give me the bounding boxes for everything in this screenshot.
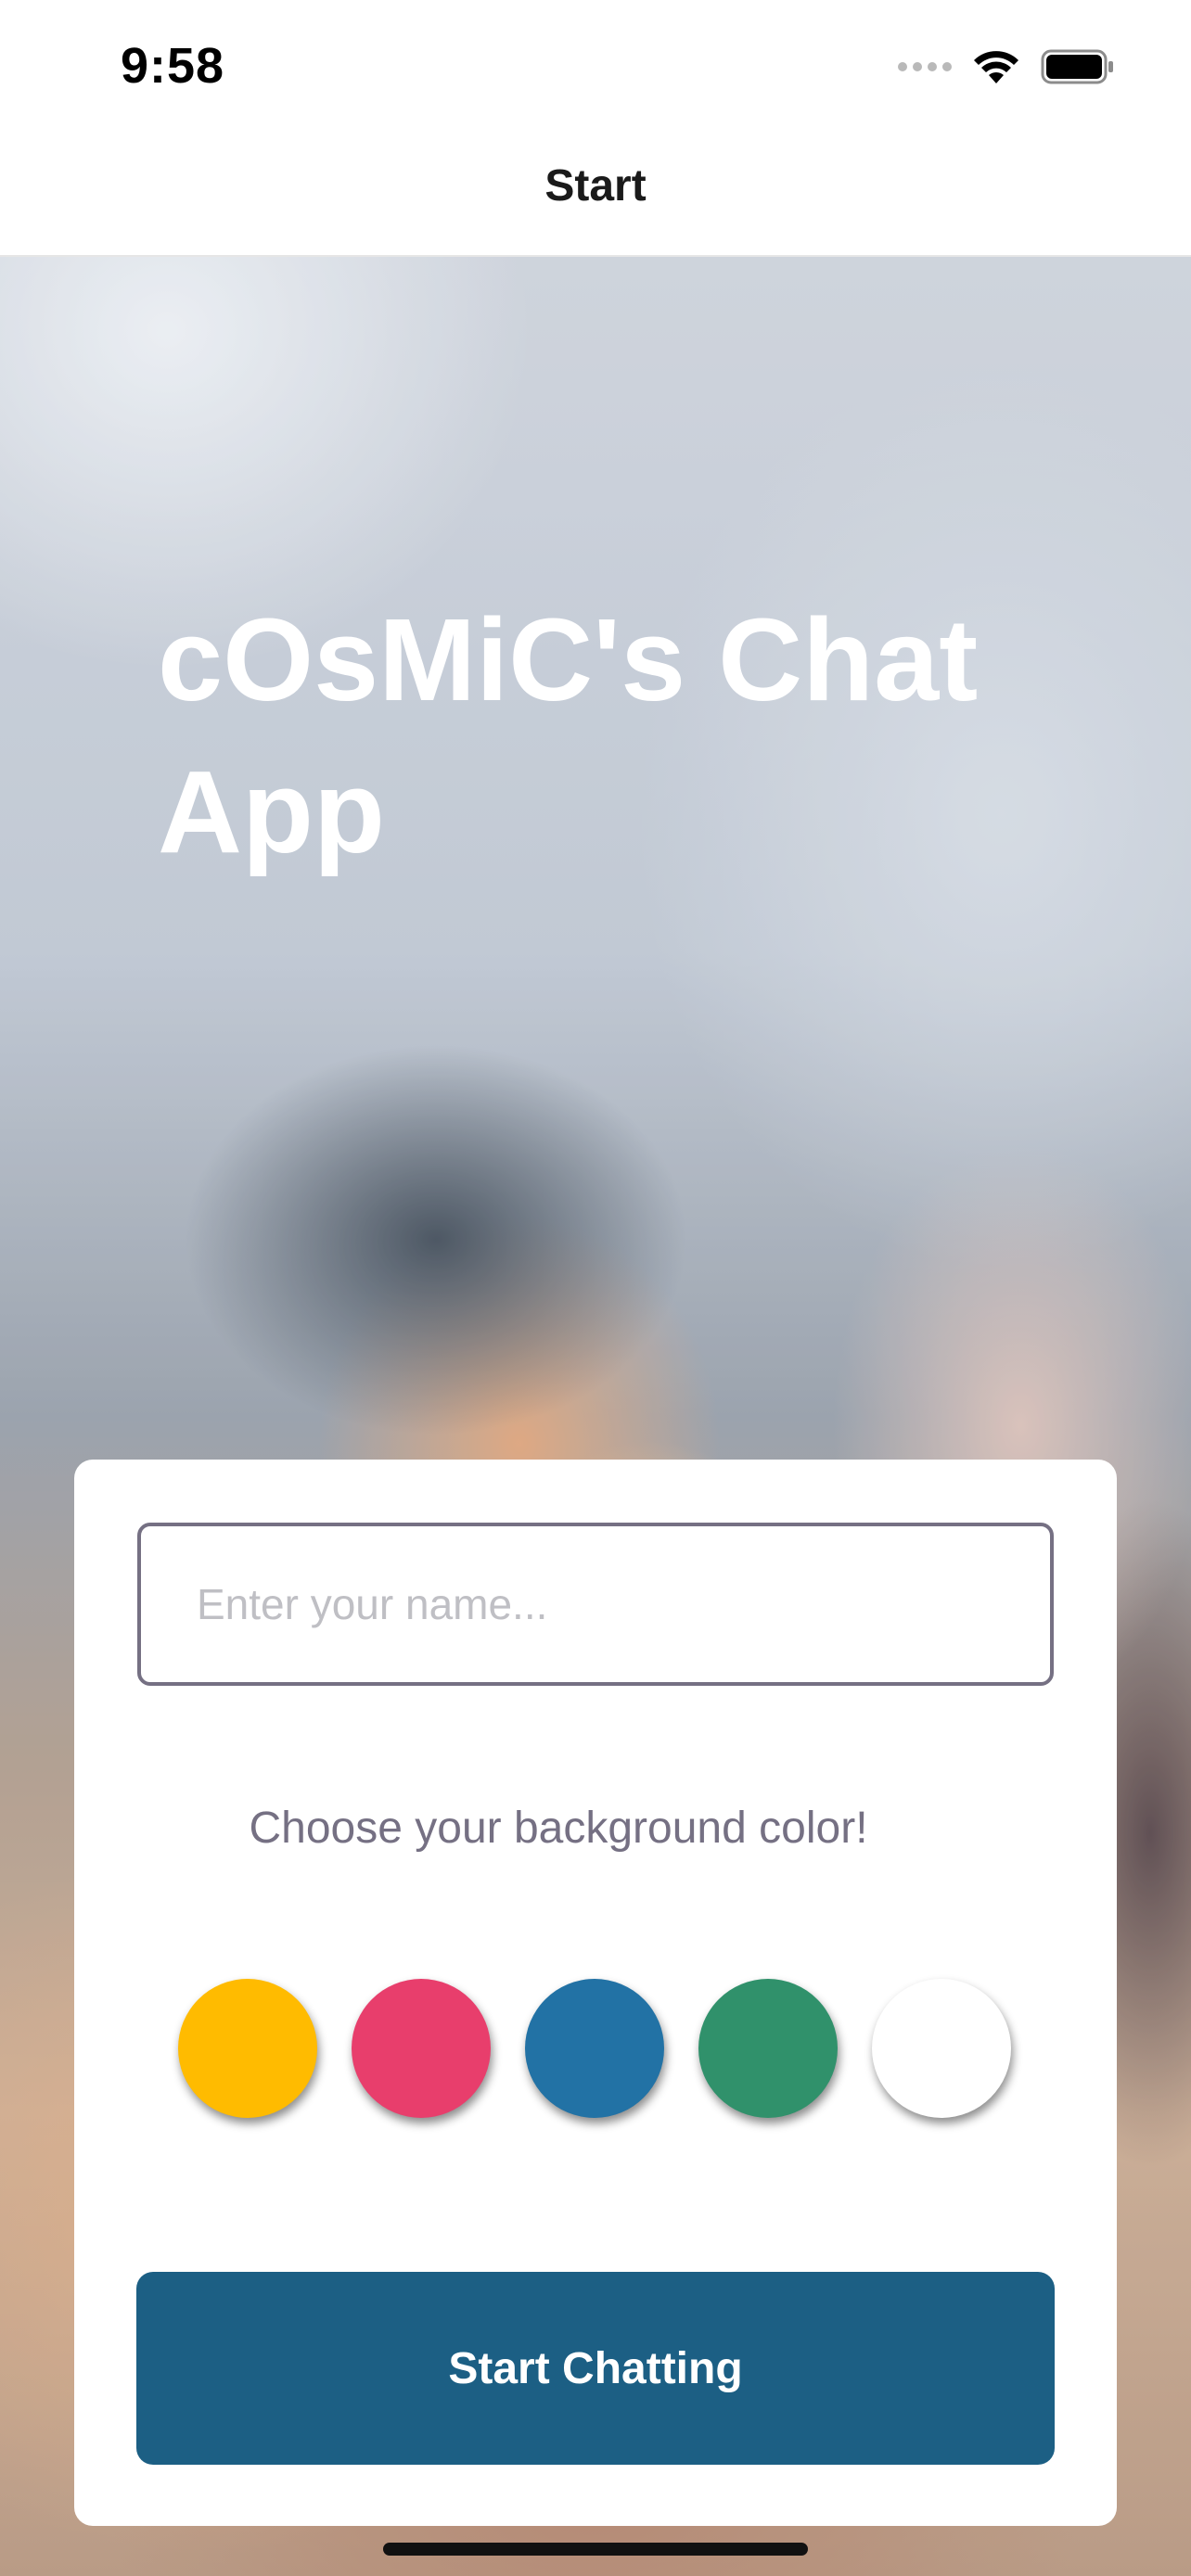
start-chatting-button[interactable]: Start Chatting [136,2272,1055,2465]
battery-icon [1041,49,1113,84]
status-bar: 9:58 [0,0,1191,134]
color-swatch-green[interactable] [698,1979,838,2118]
color-swatch-blue[interactable] [525,1979,664,2118]
home-indicator [383,2543,808,2556]
name-input[interactable] [137,1523,1054,1686]
color-prompt-label: Choose your background color! [249,1804,868,1853]
nav-title: Start [544,160,647,210]
color-swatch-pink[interactable] [352,1979,491,2118]
app-title: cOsMiC's Chat App [158,594,979,877]
start-card: Choose your background color! Start Chat… [74,1460,1117,2526]
status-time: 9:58 [121,38,225,94]
wifi-icon [974,51,1018,83]
color-swatch-yellow[interactable] [178,1979,317,2118]
color-swatch-group [178,1979,1011,2118]
signal-dots-icon [898,62,952,71]
navigation-bar: Start [0,134,1191,257]
status-icons [898,46,1115,87]
color-swatch-white[interactable] [872,1979,1011,2118]
